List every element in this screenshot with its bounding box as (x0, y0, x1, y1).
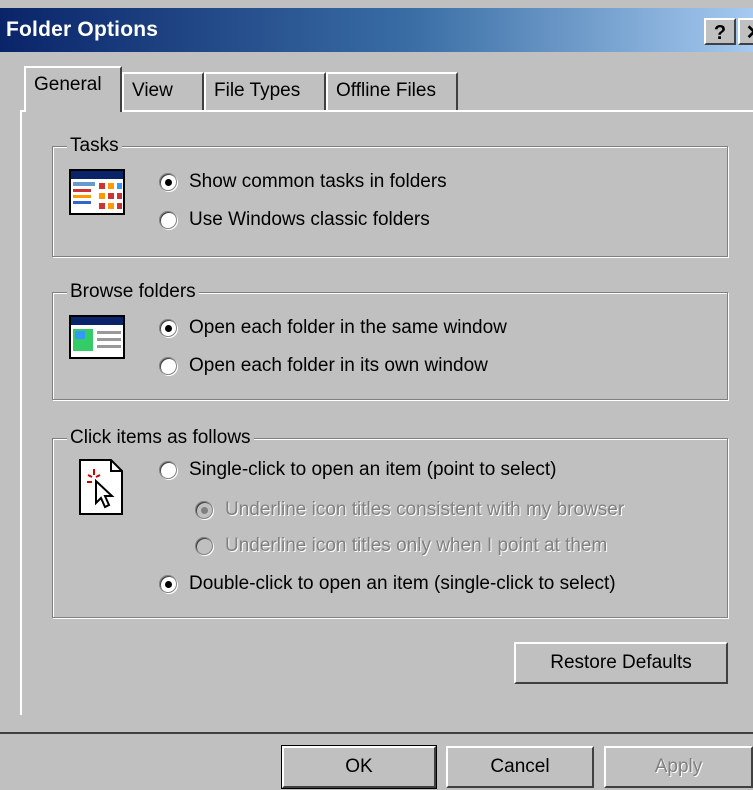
option-label: Underline icon titles consistent with my… (225, 499, 625, 520)
radio-button (195, 501, 213, 519)
option-label: Open each folder in the same window (189, 317, 507, 338)
radio-button (195, 537, 213, 555)
tab-file-types[interactable]: File Types (204, 72, 326, 112)
restore-defaults-button[interactable]: Restore Defaults (514, 642, 728, 684)
double-click-option[interactable]: Double-click to open an item (single-cli… (159, 573, 616, 595)
option-label: Double-click to open an item (single-cli… (189, 573, 616, 594)
use-classic-folders-option[interactable]: Use Windows classic folders (159, 209, 430, 231)
web-view-folder-icon (69, 169, 125, 220)
general-tab-panel: Tasks Show common tasks in folders Use W… (20, 110, 753, 715)
tasks-group-label: Tasks (67, 133, 122, 159)
option-label: Open each folder in its own window (189, 355, 488, 376)
folder-options-dialog: Folder Options ? ✕ General View File Typ… (0, 0, 753, 790)
tasks-group: Tasks Show common tasks in folders Use W… (52, 133, 728, 257)
folder-window-icon (69, 315, 125, 364)
tab-offline-files[interactable]: Offline Files (326, 72, 458, 112)
tab-general[interactable]: General (24, 66, 122, 112)
ok-button[interactable]: OK (281, 745, 437, 789)
option-label: Underline icon titles only when I point … (225, 535, 608, 556)
panel-bottom-edge (0, 732, 753, 734)
apply-button[interactable]: Apply (604, 746, 753, 788)
option-label: Use Windows classic folders (189, 209, 430, 230)
own-window-option[interactable]: Open each folder in its own window (159, 355, 488, 377)
window-title: Folder Options (6, 18, 159, 41)
help-button[interactable]: ? (704, 18, 736, 45)
radio-button[interactable] (159, 319, 177, 337)
click-items-group-label: Click items as follows (67, 425, 254, 451)
pointer-click-icon (79, 459, 123, 520)
tab-view[interactable]: View (122, 72, 204, 112)
browse-folders-group-label: Browse folders (67, 279, 199, 305)
option-label: Show common tasks in folders (189, 171, 447, 192)
title-bar: Folder Options ? ✕ (0, 8, 753, 52)
click-items-group: Click items as follows Single-click to o… (52, 425, 728, 618)
radio-button[interactable] (159, 173, 177, 191)
radio-button[interactable] (159, 461, 177, 479)
same-window-option[interactable]: Open each folder in the same window (159, 317, 507, 339)
single-click-option[interactable]: Single-click to open an item (point to s… (159, 459, 557, 481)
radio-button[interactable] (159, 357, 177, 375)
underline-on-point-option: Underline icon titles only when I point … (195, 535, 607, 557)
radio-button[interactable] (159, 575, 177, 593)
cancel-button[interactable]: Cancel (446, 746, 594, 788)
underline-consistent-option: Underline icon titles consistent with my… (195, 499, 624, 521)
close-button[interactable]: ✕ (738, 18, 753, 45)
option-label: Single-click to open an item (point to s… (189, 459, 557, 480)
radio-button[interactable] (159, 211, 177, 229)
browse-folders-group: Browse folders Open each folder in the s… (52, 279, 728, 400)
show-common-tasks-option[interactable]: Show common tasks in folders (159, 171, 447, 193)
